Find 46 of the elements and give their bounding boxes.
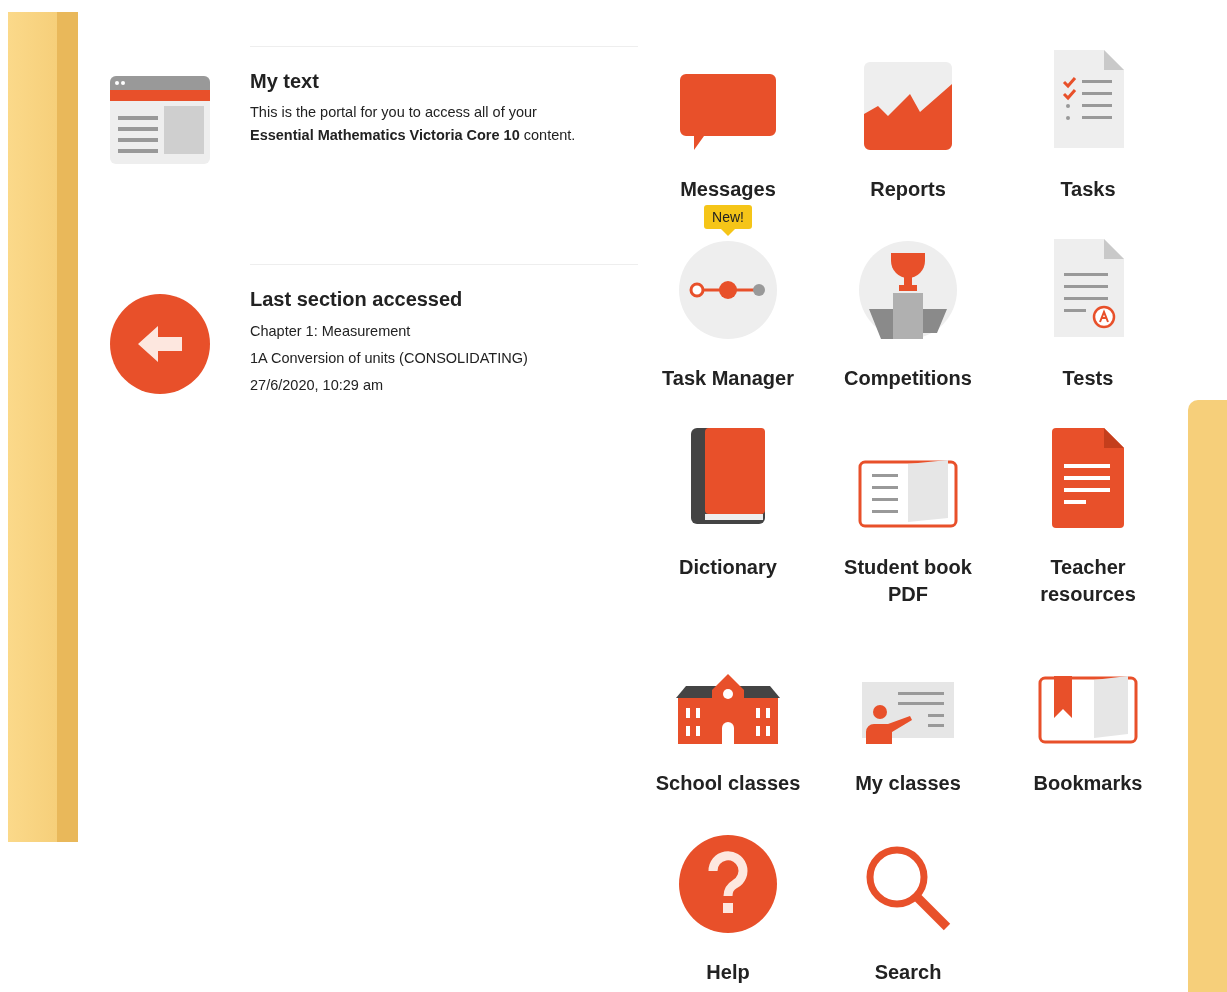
app-tile[interactable]: Help	[638, 797, 818, 986]
tile-label: Task Manager	[661, 366, 795, 391]
help-icon	[679, 835, 777, 933]
presenter-icon	[862, 682, 954, 744]
tile-label: Tasks	[1059, 177, 1117, 202]
tile-label: Help	[705, 960, 751, 985]
section-detail: 27/6/2020, 10:29 am	[250, 376, 385, 395]
app-tile[interactable]: Dictionary	[638, 392, 818, 608]
app-tile[interactable]: Competitions	[818, 203, 998, 392]
app-tile[interactable]: Bookmarks	[998, 608, 1178, 797]
section-detail: Chapter 1: Measurement	[250, 322, 412, 341]
section-description: This is the portal for you to access all of your Essential Mathematics Victoria Core 10 content.	[250, 103, 577, 145]
app-tile[interactable]: Search	[818, 797, 998, 986]
speech-bubble-icon	[680, 74, 776, 150]
app-tile[interactable]: New! Task Manager	[638, 203, 818, 392]
section-title: Last section accessed	[250, 287, 464, 312]
app-tile[interactable]: Messages	[638, 14, 818, 203]
app-tile[interactable]: Reports	[818, 14, 998, 203]
section-title: My text	[250, 69, 320, 94]
app-tile[interactable]: Student book PDF	[818, 392, 998, 608]
tile-label: Messages	[679, 177, 777, 202]
app-tile[interactable]: My classes	[818, 608, 998, 797]
graded-document-icon	[1052, 239, 1124, 339]
tile-label: Bookmarks	[1032, 771, 1144, 796]
tile-label: Reports	[869, 177, 947, 202]
app-tile[interactable]: School classes	[638, 608, 818, 797]
open-book-icon	[858, 458, 958, 528]
timeline-icon	[679, 241, 777, 339]
bookmarked-book-icon	[1038, 674, 1138, 744]
document-icon	[1052, 428, 1124, 528]
area-chart-icon	[864, 62, 952, 150]
tile-label: Teacher resources	[1039, 555, 1137, 607]
checklist-document-icon	[1052, 50, 1124, 150]
tile-label: School classes	[654, 771, 802, 796]
section-detail: 1A Conversion of units (CONSOLIDATING)	[250, 349, 529, 368]
app-tile[interactable]: Tasks	[998, 14, 1178, 203]
browser-page-icon	[110, 76, 210, 164]
app-tile[interactable]: Teacher resources	[998, 392, 1178, 608]
tile-label: Tests	[1061, 366, 1115, 391]
tile-label: Search	[873, 960, 943, 985]
trophy-podium-icon	[859, 241, 957, 339]
tile-label: Dictionary	[678, 555, 778, 580]
tile-label: Competitions	[843, 366, 973, 391]
app-tile[interactable]: Tests	[998, 203, 1178, 392]
tile-label: Student book PDF	[843, 555, 973, 607]
tile-label: My classes	[854, 771, 962, 796]
